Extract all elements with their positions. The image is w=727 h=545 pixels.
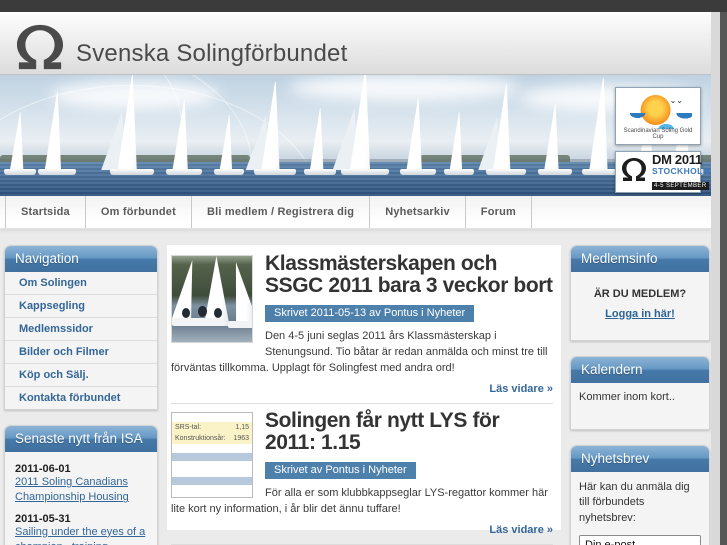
table-row: [172, 461, 252, 477]
crew-figure: [182, 308, 190, 318]
sail-shape: [226, 262, 253, 322]
read-more-link[interactable]: Läs vidare »: [171, 524, 553, 536]
scandinavian-soling-gold-cup-badge[interactable]: ⌄⌄ Scandinavian Soling Gold Cup: [615, 87, 701, 145]
table-row: SRS-tal: 1,15: [172, 422, 252, 434]
tab-nyhetsarkiv[interactable]: Nyhetsarkiv: [370, 196, 466, 228]
table-row: [172, 453, 252, 462]
table-row: Konstruktionsår: 1963: [172, 433, 252, 445]
main-navigation-tabs: Startsida Om förbundet Bli medlem / Regi…: [0, 196, 711, 229]
kalendern-panel: Kalendern Kommer inom kort..: [570, 356, 710, 430]
hull-shape: [172, 318, 224, 326]
article-lys-2011: SRS-tal: 1,15 Konstruktionsår: 1963 Soli…: [171, 404, 553, 545]
table-row: [172, 413, 252, 422]
wave-icon: [623, 113, 693, 129]
login-link[interactable]: Logga in här!: [605, 308, 675, 320]
hull-shape: [228, 321, 252, 328]
newsletter-intro-text: Här kan du anmäla dig till förbundets ny…: [579, 481, 690, 524]
nyhetsbrev-body: Här kan du anmäla dig till förbundets ny…: [571, 472, 709, 545]
table-row: [172, 444, 252, 453]
isa-news-link[interactable]: Sailing under the eyes of a champion...t…: [15, 525, 147, 545]
navigation-list: Om Solingen Kappsegling Medlemssidor Bil…: [5, 272, 157, 409]
crew-figure: [198, 306, 207, 317]
tab-startsida[interactable]: Startsida: [5, 196, 86, 228]
member-question: ÄR DU MEDLEM?: [593, 288, 687, 300]
dm-city: STOCKHOLM: [652, 165, 711, 176]
srs-label: SRS-tal:: [175, 424, 202, 432]
tab-om-forbundet[interactable]: Om förbundet: [86, 196, 192, 228]
newsletter-email-field[interactable]: [579, 535, 701, 545]
medlemsinfo-body: ÄR DU MEDLEM? Logga in här!: [571, 272, 709, 340]
medlemsinfo-panel: Medlemsinfo ÄR DU MEDLEM? Logga in här!: [570, 245, 710, 341]
right-sidebar: Medlemsinfo ÄR DU MEDLEM? Logga in här! …: [570, 245, 710, 545]
read-more-link[interactable]: Läs vidare »: [171, 383, 553, 395]
sidebar-item-kop-och-salj[interactable]: Köp och Sälj.: [5, 364, 157, 387]
article-thumbnail-sailboats[interactable]: [171, 255, 253, 343]
sailboat: [109, 75, 155, 175]
sailboat: [4, 112, 36, 175]
table-row: [172, 477, 252, 486]
konstruktionsar-value: 1963: [233, 435, 249, 443]
sidebar-item-om-solingen[interactable]: Om Solingen: [5, 272, 157, 295]
isa-news-panel-title: Senaste nytt från ISA: [5, 426, 157, 452]
tab-bli-medlem[interactable]: Bli medlem / Registrera dig: [192, 196, 371, 228]
article-klassmasterskapen: Klassmästerskapen och SSGC 2011 bara 3 v…: [171, 247, 553, 405]
srs-value: 1,15: [235, 424, 249, 432]
soling-omega-icon: [620, 157, 648, 187]
nyhetsbrev-panel-title: Nyhetsbrev: [571, 446, 709, 472]
tab-forum[interactable]: Forum: [466, 196, 533, 228]
dm-date: 4-5 SEPTEMBER: [652, 182, 709, 191]
kalendern-body: Kommer inom kort..: [579, 391, 675, 403]
ssgc-logo: ⌄⌄ Scandinavian Soling Gold Cup: [619, 91, 697, 141]
ssgc-caption: Scandinavian Soling Gold Cup: [623, 128, 693, 140]
navigation-panel: Navigation Om Solingen Kappsegling Medle…: [4, 245, 158, 410]
sidebar-item-bilder-och-filmer[interactable]: Bilder och Filmer: [5, 341, 157, 364]
sailboat: [166, 100, 202, 175]
dm-title: DM 2011: [652, 151, 702, 167]
sailboat: [400, 98, 436, 175]
isa-news-date: 2011-06-01: [15, 463, 71, 475]
dm-badge-text: DM 2011 STOCKHOLM 4-5 SEPTEMBER: [652, 153, 710, 192]
sailboat: [485, 84, 527, 175]
isa-news-link[interactable]: 2011 Soling Canadians Championship Housi…: [15, 475, 147, 506]
article-thumbnail-srs-table[interactable]: SRS-tal: 1,15 Konstruktionsår: 1963: [171, 412, 253, 499]
sailboat: [341, 75, 389, 175]
site-container: Svenska Solingförbundet ⌄⌄ Scandinavian …: [0, 12, 711, 545]
content-area: Navigation Om Solingen Kappsegling Medle…: [0, 229, 711, 545]
isa-news-list: 2011-06-01 2011 Soling Canadians Champio…: [5, 452, 157, 545]
sidebar-item-kappsegling[interactable]: Kappsegling: [5, 295, 157, 318]
medlemsinfo-panel-title: Medlemsinfo: [571, 246, 709, 272]
window-right-edge: [720, 12, 727, 545]
banner-photo: ⌄⌄ Scandinavian Soling Gold Cup DM 2011 …: [0, 75, 711, 196]
sailboat: [253, 82, 297, 175]
sidebar-item-medlemssidor[interactable]: Medlemssidor: [5, 318, 157, 341]
site-title: Svenska Solingförbundet: [76, 40, 348, 67]
isa-news-date: 2011-05-31: [15, 512, 71, 525]
sailboat: [214, 115, 244, 175]
dm-2011-badge[interactable]: DM 2011 STOCKHOLM 4-5 SEPTEMBER: [615, 151, 710, 193]
sailboat: [304, 108, 336, 175]
news-column: Klassmästerskapen och SSGC 2011 bara 3 v…: [167, 245, 561, 545]
konstruktionsar-label: Konstruktionsår:: [175, 435, 226, 443]
sidebar-item-kontakta-forbundet[interactable]: Kontakta förbundet: [5, 387, 157, 409]
left-sidebar: Navigation Om Solingen Kappsegling Medle…: [4, 245, 158, 545]
article-byline-badge: Skrivet av Pontus i Nyheter: [265, 462, 416, 480]
kalendern-panel-title: Kalendern: [571, 357, 709, 383]
window-top-bar: [0, 0, 727, 12]
soling-omega-icon: [12, 23, 68, 76]
sailboat: [538, 104, 572, 175]
nyhetsbrev-panel: Nyhetsbrev Här kan du anmäla dig till fö…: [570, 445, 710, 545]
sailboat: [37, 92, 77, 175]
bird-icon: ⌄⌄: [669, 96, 683, 105]
sailboat: [444, 112, 474, 175]
article-byline-badge: Skrivet 2011-05-13 av Pontus i Nyheter: [265, 305, 475, 323]
navigation-panel-title: Navigation: [5, 246, 157, 272]
page-right-gutter: [711, 12, 720, 545]
crew-figure: [214, 308, 222, 318]
masthead: Svenska Solingförbundet: [0, 12, 711, 75]
isa-news-panel: Senaste nytt från ISA 2011-06-01 2011 So…: [4, 425, 158, 545]
